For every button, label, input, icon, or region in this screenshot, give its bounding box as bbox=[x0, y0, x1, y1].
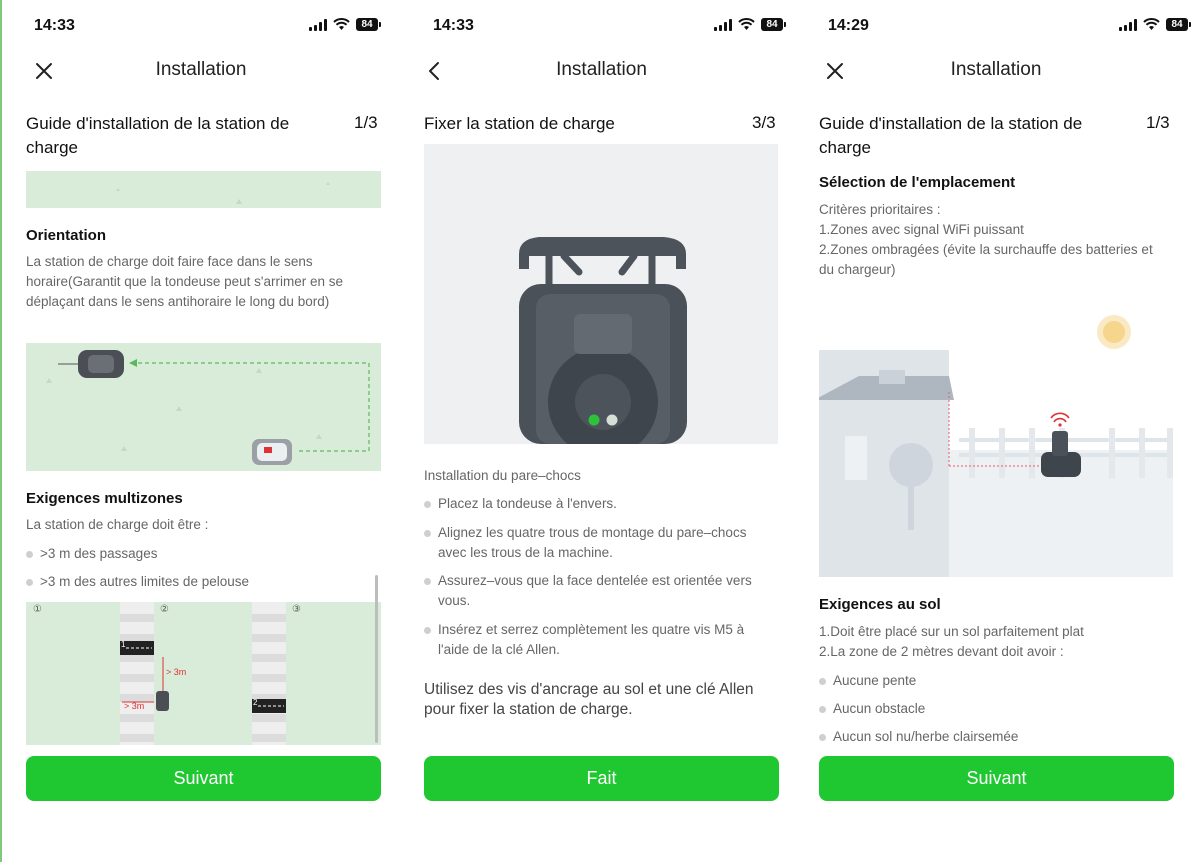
multizone-title: Exigences multizones bbox=[26, 490, 183, 507]
signal-icon bbox=[1119, 18, 1137, 31]
next-button[interactable]: Suivant bbox=[26, 756, 381, 801]
step-indicator: 1/3 bbox=[1146, 113, 1170, 132]
step-indicator: 1/3 bbox=[354, 113, 378, 132]
status-bar: 14:29 84 bbox=[800, 14, 1200, 38]
status-bar: 14:33 84 bbox=[2, 14, 400, 38]
signal-icon bbox=[714, 18, 732, 31]
next-button[interactable]: Suivant bbox=[819, 756, 1174, 801]
instruction-item: Insérez et serrez complètement les quatr… bbox=[424, 620, 769, 660]
page-title: Installation bbox=[155, 59, 247, 80]
orientation-text: La station de charge doit faire face dan… bbox=[26, 254, 343, 309]
location-title: Sélection de l'emplacement bbox=[819, 174, 1016, 191]
page-title: Installation bbox=[556, 59, 647, 80]
location-illustration bbox=[819, 300, 1173, 577]
scrollbar[interactable] bbox=[375, 575, 378, 743]
status-bar: 14:33 84 bbox=[403, 14, 803, 38]
criteria-text: Critères prioritaires : 1.Zones avec sig… bbox=[819, 202, 1153, 277]
requirement-item: Aucune pente bbox=[819, 671, 916, 691]
zone-label: ② bbox=[160, 604, 169, 615]
orientation-title: Orientation bbox=[26, 227, 107, 244]
status-time: 14:29 bbox=[828, 17, 869, 34]
guide-heading: Guide d'installation de la station de ch… bbox=[26, 114, 290, 157]
battery-icon: 84 bbox=[1166, 18, 1191, 31]
wifi-icon bbox=[1143, 18, 1160, 30]
battery-icon: 84 bbox=[356, 18, 381, 31]
status-time: 14:33 bbox=[433, 17, 474, 34]
lawn-strip-image bbox=[26, 171, 381, 208]
orientation-diagram bbox=[26, 343, 381, 471]
instruction-item: Placez la tondeuse à l'envers. bbox=[424, 494, 769, 514]
instruction-item: Alignez les quatre trous de montage du p… bbox=[424, 523, 754, 563]
distance-label: > 3m bbox=[166, 667, 187, 677]
bumper-subtitle: Installation du pare–chocs bbox=[424, 468, 581, 483]
station-number: 1 bbox=[121, 640, 126, 649]
mower-underside-image bbox=[424, 144, 778, 444]
multizone-diagram: ① ② ③ 1 2 > 3m > 3m bbox=[26, 602, 381, 745]
guide-heading: Guide d'installation de la station de ch… bbox=[819, 114, 1083, 157]
bullet-item: >3 m des passages bbox=[26, 544, 157, 564]
screen-panel-3: 14:29 84 Installation Guide d'installati… bbox=[800, 0, 1200, 862]
ground-title: Exigences au sol bbox=[819, 596, 941, 613]
signal-icon bbox=[309, 18, 327, 31]
bullet-item: >3 m des autres limites de pelouse bbox=[26, 572, 249, 592]
zone-label: ① bbox=[33, 604, 42, 615]
page-title: Installation bbox=[950, 59, 1042, 80]
requirement-item: Aucun sol nu/herbe clairsemée bbox=[819, 727, 1018, 747]
nav-bar: Installation bbox=[403, 55, 803, 87]
step-indicator: 3/3 bbox=[752, 113, 776, 132]
nav-bar: Installation bbox=[800, 55, 1200, 87]
anchor-note: Utilisez des vis d'ancrage au sol et une… bbox=[424, 681, 754, 718]
guide-heading: Fixer la station de charge bbox=[424, 114, 615, 133]
done-button[interactable]: Fait bbox=[424, 756, 779, 801]
screen-panel-2: 14:33 84 Installation Fixer la station d… bbox=[403, 0, 803, 862]
instruction-item: Assurez–vous que la face dentelée est or… bbox=[424, 571, 764, 611]
nav-bar: Installation bbox=[2, 55, 400, 87]
battery-icon: 84 bbox=[761, 18, 786, 31]
zone-label: ③ bbox=[292, 604, 301, 615]
wifi-icon bbox=[738, 18, 755, 30]
station-number: 2 bbox=[253, 698, 258, 707]
status-time: 14:33 bbox=[34, 17, 75, 34]
requirement-item: Aucun obstacle bbox=[819, 699, 925, 719]
multizone-intro: La station de charge doit être : bbox=[26, 517, 209, 532]
screen-panel-1: 14:33 84 Installation Guide d'installati… bbox=[0, 0, 400, 862]
ground-text: 1.Doit être placé sur un sol parfaitemen… bbox=[819, 624, 1084, 659]
distance-label: > 3m bbox=[124, 701, 145, 711]
wifi-icon bbox=[333, 18, 350, 30]
